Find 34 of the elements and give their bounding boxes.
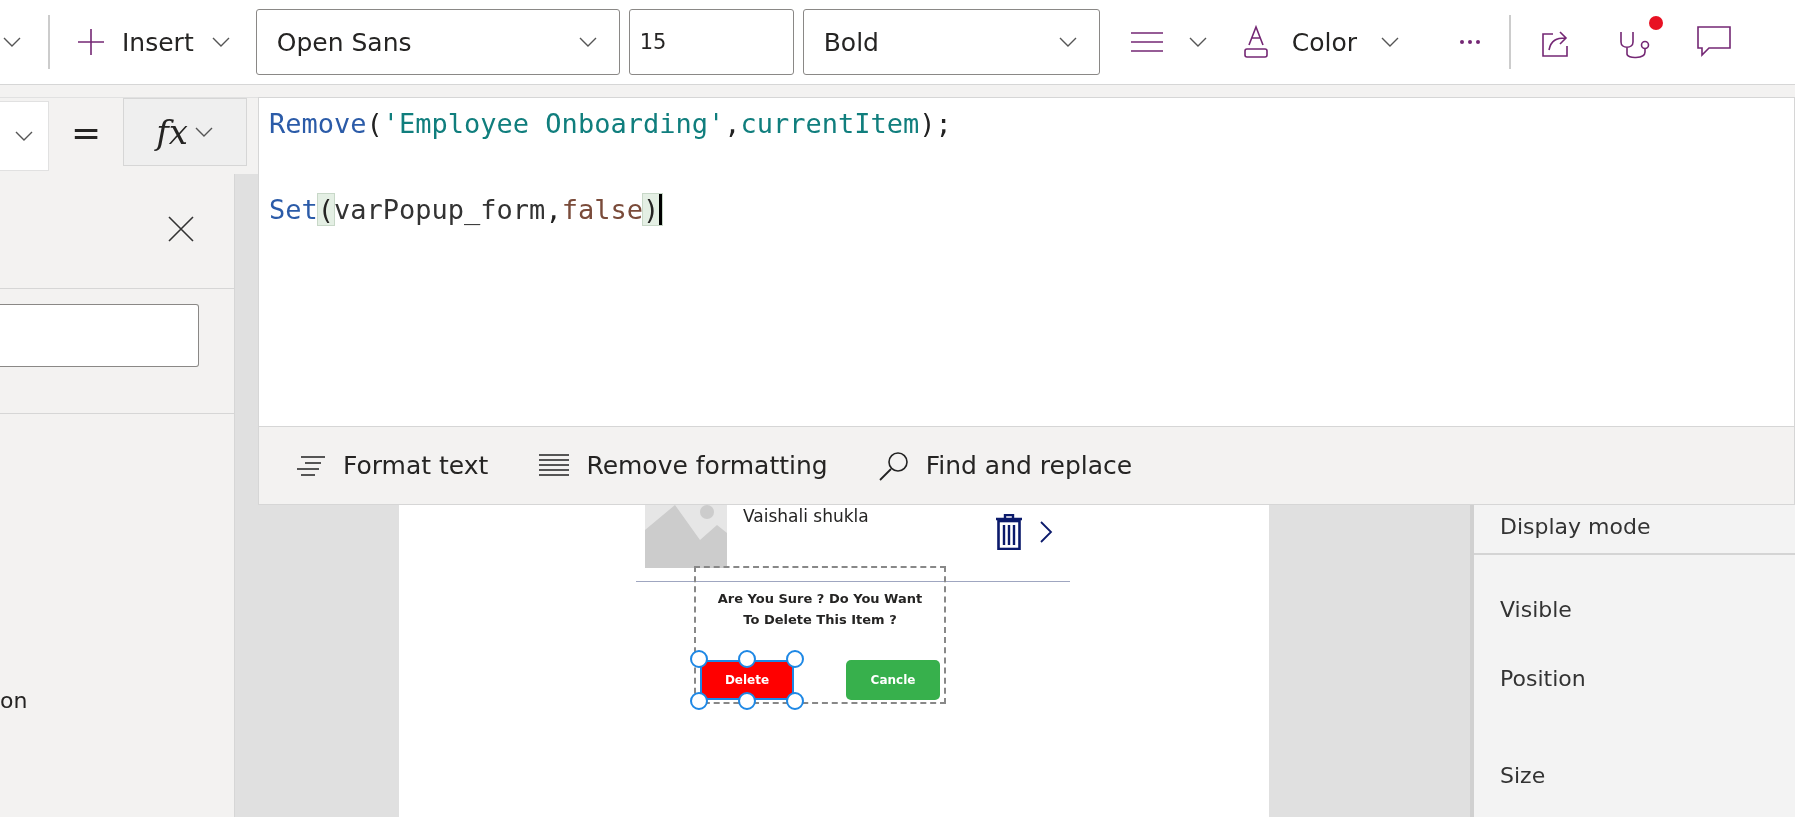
formula-editor[interactable]: Remove('Employee Onboarding',currentItem); Set(varPopup_form,false) Format text Remove formatting Find and replace — [258, 97, 1795, 505]
property-label: Size — [1499, 763, 1547, 788]
chevron-right-icon[interactable] — [1039, 520, 1053, 544]
property-label: Visible — [1499, 597, 1573, 622]
popup-message: Are You Sure ? Do You Want To Delete This Item ? — [716, 590, 924, 629]
more-icon[interactable] — [1459, 39, 1481, 45]
item-title: Vaishali shukla — [743, 506, 869, 526]
format-text-button[interactable]: Format text — [295, 451, 489, 480]
search-icon — [877, 449, 910, 482]
lines-icon — [538, 452, 571, 479]
font-dropdown[interactable]: Open Sans — [255, 9, 620, 75]
remove-formatting-button[interactable]: Remove formatting — [538, 451, 828, 480]
input-field[interactable] — [0, 304, 199, 367]
code-line: Set(varPopup_form,false) — [269, 190, 1784, 230]
font-weight-dropdown[interactable]: Bold — [802, 9, 1100, 75]
font-color-icon — [1241, 25, 1270, 59]
comment-icon[interactable] — [1695, 24, 1733, 60]
text-cursor: ) — [642, 194, 663, 225]
insert-button[interactable]: Insert — [76, 27, 232, 57]
align-icon[interactable] — [1129, 30, 1164, 54]
plus-icon — [76, 27, 106, 57]
property-label: Position — [1499, 666, 1587, 691]
font-size-field[interactable]: 15 — [628, 9, 794, 75]
panel-label: on — [0, 688, 29, 713]
code-line: Remove('Employee Onboarding',currentItem); — [269, 107, 953, 141]
fx-button[interactable]: fx — [123, 98, 248, 166]
format-lines-icon — [295, 453, 327, 478]
delete-button[interactable]: Delete — [700, 660, 794, 700]
equals-sign: = — [71, 112, 102, 153]
color-button[interactable]: Color — [1241, 25, 1401, 59]
trash-icon[interactable] — [995, 514, 1023, 550]
find-replace-button[interactable]: Find and replace — [877, 449, 1133, 482]
selection-handles[interactable] — [690, 650, 804, 710]
property-label: Display mode — [1499, 514, 1652, 539]
